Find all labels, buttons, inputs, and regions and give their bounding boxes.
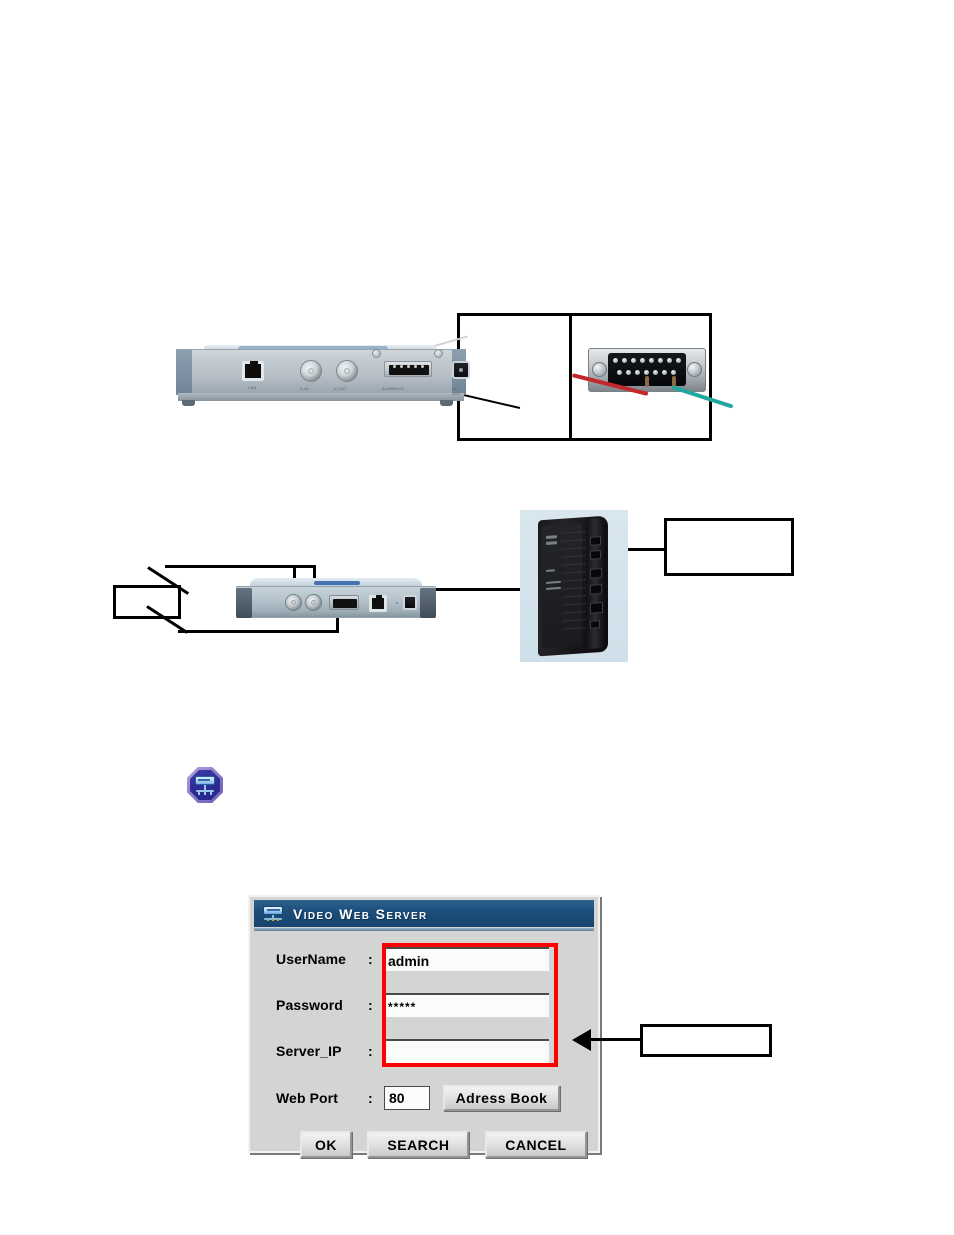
leader-left-lower-horizontal	[178, 630, 338, 633]
leader-bnc2-bridge	[293, 565, 316, 568]
server-ip-label: Server_IP	[276, 1043, 342, 1059]
lan-port-icon-2	[369, 595, 387, 612]
right-callout-box	[664, 518, 794, 576]
username-label: UserName	[276, 951, 347, 967]
callout-edge-top	[572, 313, 712, 316]
video-in-port-icon	[300, 360, 322, 382]
address-book-button[interactable]: Adress Book	[443, 1085, 560, 1111]
callout-edge-right	[709, 313, 712, 441]
video-out-port-icon	[336, 360, 358, 382]
ok-button[interactable]: OK	[300, 1131, 352, 1158]
server-ip-row: Server_IP :	[276, 1039, 549, 1063]
video-out-port-icon-2	[305, 594, 322, 611]
cancel-button[interactable]: CANCEL	[484, 1131, 587, 1158]
rs232-port-icon	[329, 595, 359, 610]
server-ip-input[interactable]	[384, 1039, 549, 1063]
dc-power-jack-icon	[452, 361, 470, 379]
server-ip-arrow-shaft	[590, 1038, 642, 1041]
titlebar-divider	[254, 928, 594, 931]
video-web-server-login-dialog: Video Web Server UserName : Password : S…	[248, 895, 600, 1158]
password-label: Password	[276, 997, 343, 1013]
search-button[interactable]: SEARCH	[367, 1131, 470, 1158]
password-input[interactable]	[384, 993, 549, 1017]
web-port-label: Web Port	[276, 1090, 338, 1106]
server-ip-callout-box	[640, 1024, 772, 1057]
dialog-title: Video Web Server	[293, 905, 428, 922]
dialog-titlebar: Video Web Server	[254, 900, 594, 927]
server-device-icon	[262, 905, 284, 922]
right-callout-text	[667, 521, 791, 529]
web-port-row: Web Port : Adress Book	[276, 1085, 560, 1111]
note-octagon-icon	[187, 767, 223, 803]
username-colon: :	[368, 951, 373, 967]
server-ip-callout-text	[643, 1027, 769, 1035]
lan-port-icon	[242, 361, 264, 381]
web-port-input[interactable]	[384, 1086, 430, 1110]
server-ip-arrow-head	[572, 1029, 591, 1051]
dsub-callout-box	[457, 313, 572, 441]
device-rear-panel-photo: LAN V-IN V-OUT ALARM I/O DC 12V	[176, 345, 470, 407]
password-row: Password :	[276, 993, 549, 1017]
leader-left-upper-horizontal	[165, 565, 295, 568]
username-row: UserName :	[276, 947, 549, 971]
alarm-io-port-icon	[384, 361, 432, 377]
password-colon: :	[368, 997, 373, 1013]
username-input[interactable]	[384, 947, 549, 971]
left-callout-text	[116, 588, 178, 594]
web-port-colon: :	[368, 1090, 373, 1106]
callout-edge-bottom	[457, 438, 712, 441]
device-rear-panel-photo-2: o	[236, 578, 436, 626]
manual-page: LAN V-IN V-OUT ALARM I/O DC 12V o Video …	[0, 0, 954, 1235]
dsub-callout-text	[460, 316, 569, 324]
left-callout-box	[113, 585, 181, 619]
dc-power-jack-icon-2	[403, 595, 417, 610]
video-in-port-icon-2	[285, 594, 302, 611]
server-ip-colon: :	[368, 1043, 373, 1059]
dialog-button-row: OK SEARCH CANCEL	[300, 1131, 587, 1158]
dialog-body: UserName : Password : Server_IP : Web Po…	[256, 933, 592, 1158]
router-hub-photo	[520, 510, 628, 662]
